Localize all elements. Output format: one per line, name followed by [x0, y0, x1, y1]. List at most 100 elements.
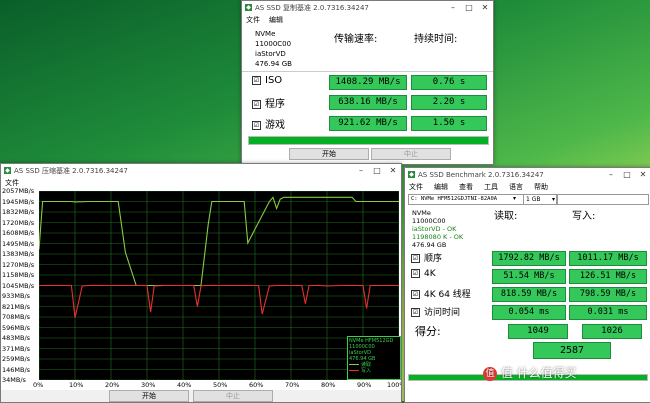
row-seq-label[interactable]: ☑ 顺序 [411, 251, 442, 264]
watermark: 值 值 什么值得买 [483, 364, 577, 381]
compress-window-titlebar[interactable]: ◆ AS SSD 压缩基准 2.0.7316.34247 – □ ✕ [1, 164, 401, 177]
copy-window-titlebar[interactable]: ◆ AS SSD 复制基准 2.0.7316.34247 – □ ✕ [242, 1, 493, 14]
close-icon[interactable]: ✕ [635, 170, 650, 179]
iso-speed: 1408.29 MB/s [329, 75, 407, 90]
x-tick-label: 30% [141, 381, 156, 389]
checkbox-icon[interactable]: ☑ [411, 290, 420, 299]
minimize-icon[interactable]: – [603, 170, 619, 179]
maximize-icon[interactable]: □ [369, 166, 385, 175]
col-time-header: 持续时间: [414, 34, 458, 45]
compression-benchmark-window: ◆ AS SSD 压缩基准 2.0.7316.34247 – □ ✕ 文件 34… [0, 163, 402, 403]
x-tick-label: 10% [69, 381, 84, 389]
chart-legend: NVMe HFM512GD 11000C00 iaStorVD 476.94 G… [347, 336, 401, 380]
checkbox-icon[interactable]: ☑ [252, 75, 261, 85]
blank-field[interactable] [557, 194, 649, 205]
row-4k64-label[interactable]: ☑ 4K 64 线程 [411, 287, 471, 300]
checkbox-icon[interactable]: ☑ [411, 269, 420, 278]
access-write: 0.031 ms [569, 305, 647, 320]
game-time: 1.50 s [411, 116, 487, 131]
seq-read: 1792.82 MB/s [492, 251, 566, 266]
menu-edit[interactable]: 编辑 [269, 15, 283, 25]
access-read: 0.054 ms [492, 305, 566, 320]
score-label: 得分: [415, 325, 441, 338]
iso-time: 0.76 s [411, 75, 487, 90]
drive-type: NVMe [255, 30, 276, 38]
chart-area: 34MB/s 146MB/s 259MB/s 371MB/s 483MB/s 596MB/… [1, 187, 401, 390]
row-iso-label[interactable]: ☑ ISO [252, 75, 282, 86]
drive-firmware: 11000C00 [255, 40, 292, 48]
drive-size: 476.94 GB [255, 60, 292, 68]
menu-tools[interactable]: 工具 [484, 182, 498, 192]
x-tick-label: 100% [387, 381, 401, 389]
4k-write: 126.51 MB/s [569, 269, 647, 284]
menu-file[interactable]: 文件 [5, 178, 19, 188]
drive-type: NVMe [412, 209, 431, 217]
score-write: 1026 [582, 324, 642, 339]
chevron-down-icon: ▾ [551, 196, 555, 203]
app-icon: ◆ [4, 167, 11, 174]
drive-select[interactable]: C: NVMe HFM512GDJTNI-82A0A [408, 194, 524, 205]
game-speed: 921.62 MB/s [329, 116, 407, 131]
bench-drive-info: NVMe 11000C00 iaStorVD - OK 1198080 K - … [412, 209, 463, 249]
stop-button[interactable]: 中止 [371, 148, 451, 160]
menu-view[interactable]: 查看 [459, 182, 473, 192]
row-program-label[interactable]: ☑ 程序 [252, 95, 285, 110]
bench-window-titlebar[interactable]: ◆ AS SSD Benchmark 2.0.7316.34247 – □ ✕ [405, 168, 650, 181]
menu-help[interactable]: 帮助 [534, 182, 548, 192]
start-button[interactable]: 开始 [109, 390, 189, 402]
size-select[interactable]: 1 GB ▾ [523, 194, 557, 205]
col-speed-header: 传输速率: [334, 34, 378, 45]
copy-window-title: AS SSD 复制基准 2.0.7316.34247 [255, 3, 369, 12]
row-4k-label[interactable]: ☑ 4K [411, 269, 436, 279]
x-tick-label: 60% [249, 381, 264, 389]
col-write-header: 写入: [572, 211, 596, 222]
compression-chart [39, 191, 399, 380]
menu-file[interactable]: 文件 [246, 15, 260, 25]
maximize-icon[interactable]: □ [461, 3, 477, 12]
minimize-icon[interactable]: – [445, 3, 461, 12]
row-game-label[interactable]: ☑ 游戏 [252, 116, 285, 131]
checkbox-icon[interactable]: ☑ [252, 120, 261, 130]
x-tick-label: 20% [105, 381, 120, 389]
drive-size: 476.94 GB [412, 241, 447, 249]
menu-edit[interactable]: 编辑 [434, 182, 448, 192]
menu-file[interactable]: 文件 [409, 182, 423, 192]
x-tick-label: 0% [33, 381, 44, 389]
4k64-read: 818.59 MB/s [492, 287, 566, 302]
drive-info: NVMe 11000C00 iaStorVD 476.94 GB [255, 29, 292, 69]
x-tick-label: 70% [285, 381, 300, 389]
col-read-header: 读取: [494, 211, 518, 222]
checkbox-icon[interactable]: ☑ [411, 308, 420, 317]
drive-select-arrow[interactable]: ▾ [513, 195, 516, 202]
start-button[interactable]: 开始 [289, 148, 369, 160]
4k-read: 51.54 MB/s [492, 269, 566, 284]
drive-firmware: 11000C00 [412, 217, 446, 225]
copy-benchmark-window: ◆ AS SSD 复制基准 2.0.7316.34247 – □ ✕ 文件 编辑… [241, 0, 494, 165]
stop-button[interactable]: 中止 [193, 390, 273, 402]
maximize-icon[interactable]: □ [619, 170, 635, 179]
close-icon[interactable]: ✕ [385, 166, 401, 175]
minimize-icon[interactable]: – [353, 166, 369, 175]
copy-progress-bar [248, 136, 489, 145]
row-access-label[interactable]: ☑ 访问时间 [411, 305, 460, 318]
x-tick-label: 50% [213, 381, 228, 389]
app-icon: ◆ [408, 171, 415, 178]
x-tick-label: 80% [321, 381, 336, 389]
legend-write: 写入 [349, 368, 399, 374]
compress-window-title: AS SSD 压缩基准 2.0.7316.34247 [14, 166, 128, 175]
program-time: 2.20 s [411, 95, 487, 110]
watermark-logo-icon: 值 [483, 366, 497, 381]
x-tick-label: 90% [357, 381, 372, 389]
4k64-write: 798.59 MB/s [569, 287, 647, 302]
bench-window-title: AS SSD Benchmark 2.0.7316.34247 [418, 170, 544, 179]
menu-language[interactable]: 语言 [509, 182, 523, 192]
checkbox-icon[interactable]: ☑ [252, 99, 261, 109]
close-icon[interactable]: ✕ [477, 3, 493, 12]
app-icon: ◆ [245, 4, 252, 11]
drive-driver-status: iaStorVD - OK [412, 225, 457, 233]
x-tick-label: 40% [177, 381, 192, 389]
ssd-benchmark-window: ◆ AS SSD Benchmark 2.0.7316.34247 – □ ✕ … [404, 167, 650, 403]
drive-driver: iaStorVD [255, 50, 286, 58]
seq-write: 1011.17 MB/s [569, 251, 647, 266]
checkbox-icon[interactable]: ☑ [411, 254, 420, 263]
